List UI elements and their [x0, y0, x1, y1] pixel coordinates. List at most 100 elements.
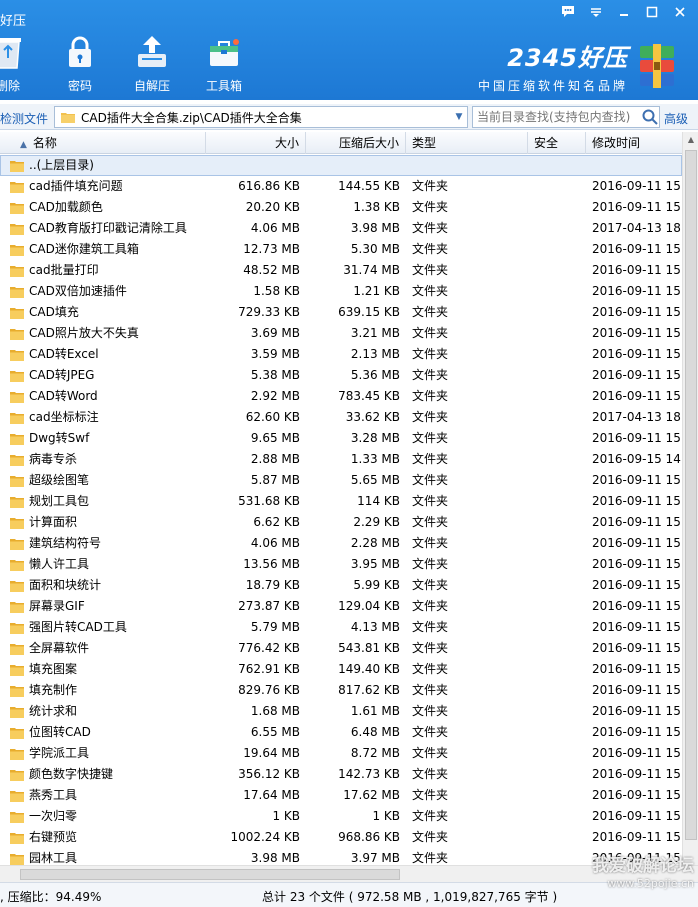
file-row[interactable]: 面积和块统计 18.79 KB 5.99 KB 文件夹 2016-09-11 15:	[0, 575, 682, 596]
folder-icon	[10, 664, 24, 676]
file-compressed-size: 3.98 MB	[350, 221, 400, 235]
folder-icon	[61, 112, 75, 123]
column-security[interactable]: 安全	[528, 132, 586, 154]
file-size: 1.68 MB	[250, 704, 300, 718]
file-row[interactable]: CAD照片放大不失真 3.69 MB 3.21 MB 文件夹 2016-09-11 15…	[0, 323, 682, 344]
file-compressed-size: 968.86 KB	[338, 830, 400, 844]
folder-icon	[10, 475, 24, 487]
file-row[interactable]: 懒人许工具 13.56 MB 3.95 MB 文件夹 2016-09-11 15:	[0, 554, 682, 575]
column-type[interactable]: 类型	[406, 132, 528, 154]
file-row[interactable]: 填充制作 829.76 KB 817.62 KB 文件夹 2016-09-11 15:	[0, 680, 682, 701]
file-row[interactable]: cad坐标标注 62.60 KB 33.62 KB 文件夹 2017-04-13 18:	[0, 407, 682, 428]
file-compressed-size: 543.81 KB	[338, 641, 400, 655]
sort-up-icon: ▲	[20, 140, 27, 150]
file-type: 文件夹	[412, 662, 449, 676]
chevron-down-icon[interactable]: ▼	[451, 112, 467, 122]
menu-icon[interactable]	[586, 5, 606, 23]
brand: 2345好压 中国压缩软件知名品牌	[478, 38, 628, 94]
maximize-icon[interactable]	[642, 5, 662, 23]
file-row[interactable]: 右键预览 1002.24 KB 968.86 KB 文件夹 2016-09-11 15:	[0, 827, 682, 848]
file-type: 文件夹	[412, 263, 449, 277]
file-row[interactable]: 统计求和 1.68 MB 1.61 MB 文件夹 2016-09-11 15:	[0, 701, 682, 722]
file-name: 燕秀工具	[29, 788, 78, 802]
parent-directory-row[interactable]: ..(上层目录)	[0, 155, 682, 176]
file-compressed-size: 2.28 MB	[350, 536, 400, 550]
self-extract-button[interactable]: 自解压	[122, 33, 182, 94]
horizontal-scroll-thumb[interactable]	[20, 869, 400, 880]
file-row[interactable]: 颜色数字快捷键 356.12 KB 142.73 KB 文件夹 2016-09-11 1…	[0, 764, 682, 785]
file-security	[528, 575, 584, 596]
folder-icon	[10, 391, 24, 403]
file-row[interactable]: 计算面积 6.62 KB 2.29 KB 文件夹 2016-09-11 15:	[0, 512, 682, 533]
file-row[interactable]: CAD填充 729.33 KB 639.15 KB 文件夹 2016-09-11 15:	[0, 302, 682, 323]
folder-icon	[10, 349, 24, 361]
advanced-search-link[interactable]: 高级	[664, 110, 688, 127]
file-row[interactable]: 规划工具包 531.68 KB 114 KB 文件夹 2016-09-11 15:	[0, 491, 682, 512]
column-name[interactable]: ▲ 名称	[0, 132, 206, 154]
file-type: 文件夹	[412, 704, 449, 718]
close-icon[interactable]	[670, 5, 690, 23]
file-type: 文件夹	[412, 536, 449, 550]
file-security	[528, 323, 584, 344]
vertical-scrollbar[interactable]: ▲	[682, 132, 698, 865]
file-type: 文件夹	[412, 242, 449, 256]
file-row[interactable]: 学院派工具 19.64 MB 8.72 MB 文件夹 2016-09-11 15:	[0, 743, 682, 764]
search-box[interactable]	[472, 106, 660, 128]
file-row[interactable]: 屏幕录GIF 273.87 KB 129.04 KB 文件夹 2016-09-11 15…	[0, 596, 682, 617]
column-compressed-size[interactable]: 压缩后大小	[306, 132, 406, 154]
column-size[interactable]: 大小	[206, 132, 306, 154]
file-row[interactable]: CAD加载颜色 20.20 KB 1.38 KB 文件夹 2016-09-11 15:	[0, 197, 682, 218]
file-row[interactable]: CAD教育版打印戳记清除工具 4.06 MB 3.98 MB 文件夹 2017-04-1…	[0, 218, 682, 239]
path-combobox[interactable]: CAD插件大全合集.zip\CAD插件大全合集 ▼	[54, 106, 468, 128]
file-name: CAD双倍加速插件	[29, 284, 127, 298]
search-icon[interactable]	[641, 108, 659, 126]
file-compressed-size: 5.65 MB	[350, 473, 400, 487]
search-input[interactable]	[473, 110, 641, 124]
file-row[interactable]: 园林工具 3.98 MB 3.97 MB 文件夹 2016-09-11 15:	[0, 848, 682, 865]
file-type: 文件夹	[412, 599, 449, 613]
file-security	[528, 260, 584, 281]
password-button[interactable]: 密码	[50, 33, 110, 94]
file-type: 文件夹	[412, 809, 449, 823]
file-row[interactable]: 强图片转CAD工具 5.79 MB 4.13 MB 文件夹 2016-09-11 15:	[0, 617, 682, 638]
file-modified: 2017-04-13 18:	[592, 221, 682, 235]
file-compressed-size: 1 KB	[372, 809, 400, 823]
file-modified: 2016-09-11 15:	[592, 767, 682, 781]
minimize-icon[interactable]	[614, 5, 634, 23]
folder-icon	[10, 769, 24, 781]
file-row[interactable]: CAD转JPEG 5.38 MB 5.36 MB 文件夹 2016-09-11 15:	[0, 365, 682, 386]
file-security	[528, 701, 584, 722]
file-row[interactable]: 填充图案 762.91 KB 149.40 KB 文件夹 2016-09-11 15:	[0, 659, 682, 680]
file-row[interactable]: CAD转Excel 3.59 MB 2.13 MB 文件夹 2016-09-11 15:	[0, 344, 682, 365]
file-compressed-size: 31.74 MB	[343, 263, 400, 277]
file-row[interactable]: Dwg转Swf 9.65 MB 3.28 MB 文件夹 2016-09-11 15:	[0, 428, 682, 449]
file-row[interactable]: 病毒专杀 2.88 MB 1.33 MB 文件夹 2016-09-15 14:	[0, 449, 682, 470]
file-modified: 2016-09-11 15:	[592, 830, 682, 844]
file-row[interactable]: cad插件填充问题 616.86 KB 144.55 KB 文件夹 2016-09-11…	[0, 176, 682, 197]
delete-button[interactable]: 删除	[0, 33, 38, 94]
file-row[interactable]: 一次归零 1 KB 1 KB 文件夹 2016-09-11 15:	[0, 806, 682, 827]
file-name: CAD转Word	[29, 389, 98, 403]
file-type: 文件夹	[412, 515, 449, 529]
file-row[interactable]: 建筑结构符号 4.06 MB 2.28 MB 文件夹 2016-09-11 15:	[0, 533, 682, 554]
file-row[interactable]: 超级绘图笔 5.87 MB 5.65 MB 文件夹 2016-09-11 15:	[0, 470, 682, 491]
file-type: 文件夹	[412, 179, 449, 193]
column-modified[interactable]: 修改时间	[586, 132, 682, 154]
file-modified: 2016-09-11 15:	[592, 326, 682, 340]
scroll-up-icon[interactable]: ▲	[683, 132, 698, 148]
file-row[interactable]: CAD迷你建筑工具箱 12.73 MB 5.30 MB 文件夹 2016-09-11 1…	[0, 239, 682, 260]
file-size: 356.12 KB	[238, 767, 300, 781]
file-security	[528, 722, 584, 743]
folder-icon	[10, 454, 24, 466]
file-row[interactable]: CAD双倍加速插件 1.58 KB 1.21 KB 文件夹 2016-09-11 15:	[0, 281, 682, 302]
file-row[interactable]: 燕秀工具 17.64 MB 17.62 MB 文件夹 2016-09-11 15:	[0, 785, 682, 806]
file-row[interactable]: 位图转CAD 6.55 MB 6.48 MB 文件夹 2016-09-11 15:	[0, 722, 682, 743]
file-row[interactable]: cad批量打印 48.52 MB 31.74 MB 文件夹 2016-09-11 15:	[0, 260, 682, 281]
file-row[interactable]: CAD转Word 2.92 MB 783.45 KB 文件夹 2016-09-11 15…	[0, 386, 682, 407]
file-row[interactable]: 全屏幕软件 776.42 KB 543.81 KB 文件夹 2016-09-11 15:	[0, 638, 682, 659]
toolbox-button[interactable]: 工具箱	[194, 33, 254, 94]
chat-icon[interactable]	[558, 5, 578, 23]
path-text: CAD插件大全合集.zip\CAD插件大全合集	[81, 110, 302, 125]
vertical-scroll-thumb[interactable]	[685, 150, 697, 840]
detect-files-link[interactable]: 检测文件	[0, 110, 48, 127]
